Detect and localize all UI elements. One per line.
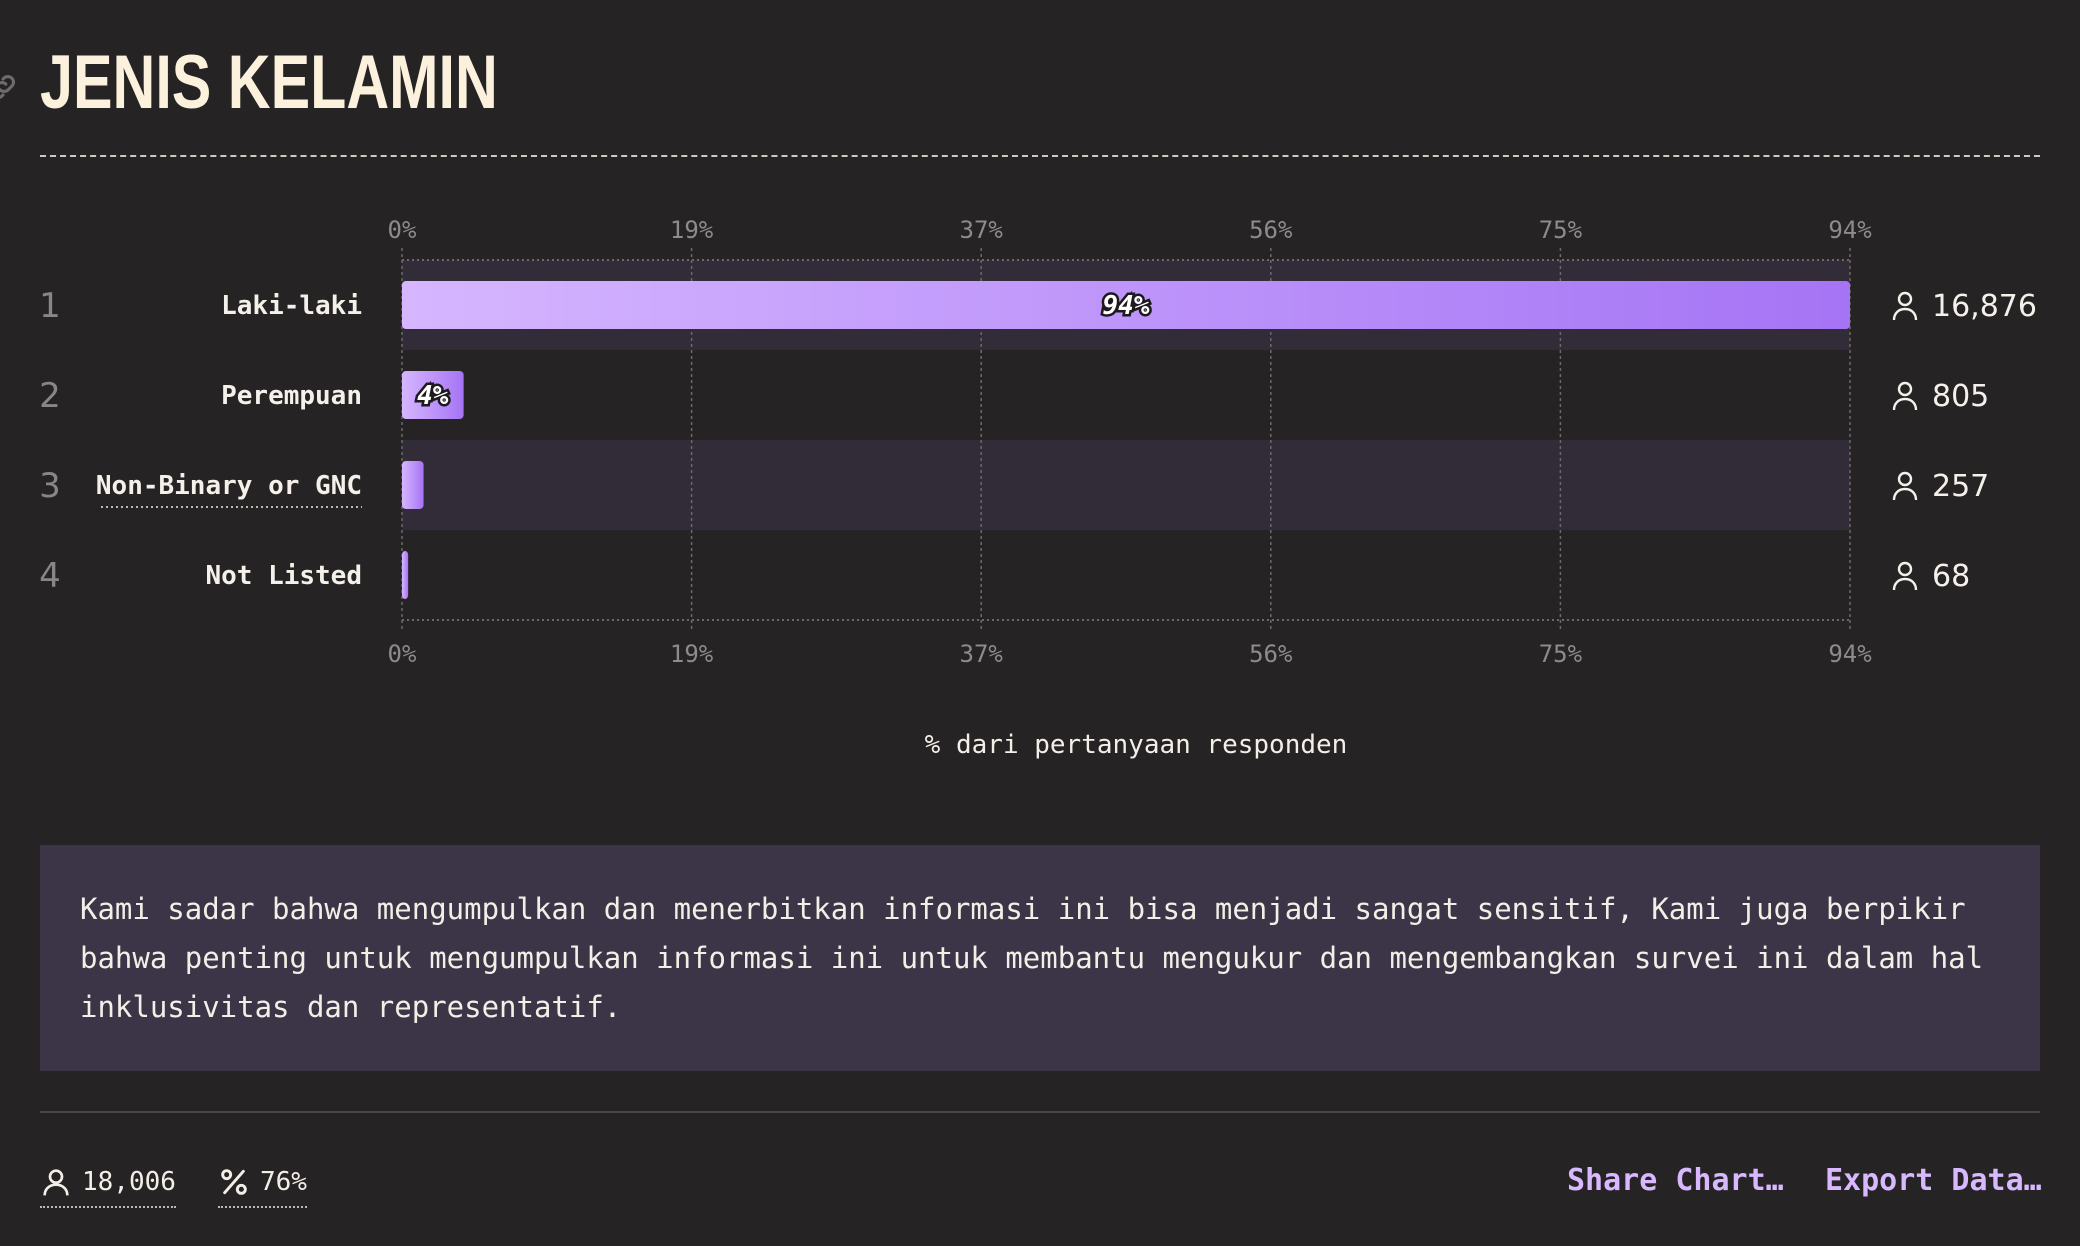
respondent-count-label: 68 — [1932, 559, 1970, 594]
category-label: Not Listed — [205, 561, 362, 591]
category-label: Laki-laki — [221, 291, 362, 321]
user-icon — [1892, 291, 1918, 321]
tick-label-top: 19% — [670, 216, 714, 244]
user-icon — [1892, 561, 1918, 591]
tick-label-bottom: 0% — [388, 640, 417, 668]
user-icon — [1892, 471, 1918, 501]
respondent-count-value: 18,006 — [82, 1167, 176, 1197]
bar-chart: 0% 0% 19% 19% 37% 37% 56% 56% 75% 75% 94% 94% 1 Laki-… — [39, 216, 2037, 760]
tick-label-top: 0% — [388, 216, 417, 244]
user-icon — [43, 1169, 69, 1196]
tick-label-top: 94% — [1828, 216, 1872, 244]
row-rank: 4 — [39, 556, 61, 596]
category-label[interactable]: Non-Binary or GNC — [96, 471, 362, 501]
bar-value-label: 4% — [417, 381, 449, 411]
tick-label-bottom: 37% — [960, 640, 1004, 668]
category-label: Perempuan — [221, 381, 362, 411]
tick-label-top: 56% — [1249, 216, 1293, 244]
bar[interactable] — [402, 461, 424, 509]
tick-label-bottom: 56% — [1249, 640, 1293, 668]
row-band — [402, 440, 1850, 530]
respondent-count-label: 16,876 — [1932, 289, 2037, 324]
tick-label-top: 37% — [960, 216, 1004, 244]
row-rank: 1 — [39, 286, 61, 326]
row-rank: 3 — [39, 466, 61, 506]
footer-divider — [40, 1111, 2040, 1113]
tick-label-top: 75% — [1539, 216, 1583, 244]
bar-value-label: 94% — [1103, 291, 1150, 321]
response-percentage[interactable]: 76% — [218, 1160, 307, 1208]
row-rank: 2 — [39, 376, 61, 416]
link-icon[interactable] — [0, 70, 20, 104]
info-note: Kami sadar bahwa mengumpulkan dan menerb… — [40, 845, 2040, 1071]
percent-icon — [221, 1169, 247, 1195]
tick-label-bottom: 75% — [1539, 640, 1583, 668]
title-divider — [40, 155, 2040, 157]
user-icon — [1892, 381, 1918, 411]
respondent-count-label: 805 — [1932, 379, 1989, 414]
tick-label-bottom: 19% — [670, 640, 714, 668]
respondent-count-label: 257 — [1932, 469, 1989, 504]
respondent-count[interactable]: 18,006 — [40, 1160, 176, 1208]
response-percentage-value: 76% — [260, 1167, 307, 1197]
share-chart-button[interactable]: Share Chart… — [1567, 1160, 1784, 1202]
tick-label-bottom: 94% — [1828, 640, 1872, 668]
export-data-button[interactable]: Export Data… — [1825, 1160, 2042, 1202]
bar[interactable] — [402, 551, 409, 599]
x-axis-title: % dari pertanyaan responden — [925, 730, 1348, 760]
page-title: JENIS KELAMIN — [40, 40, 498, 125]
